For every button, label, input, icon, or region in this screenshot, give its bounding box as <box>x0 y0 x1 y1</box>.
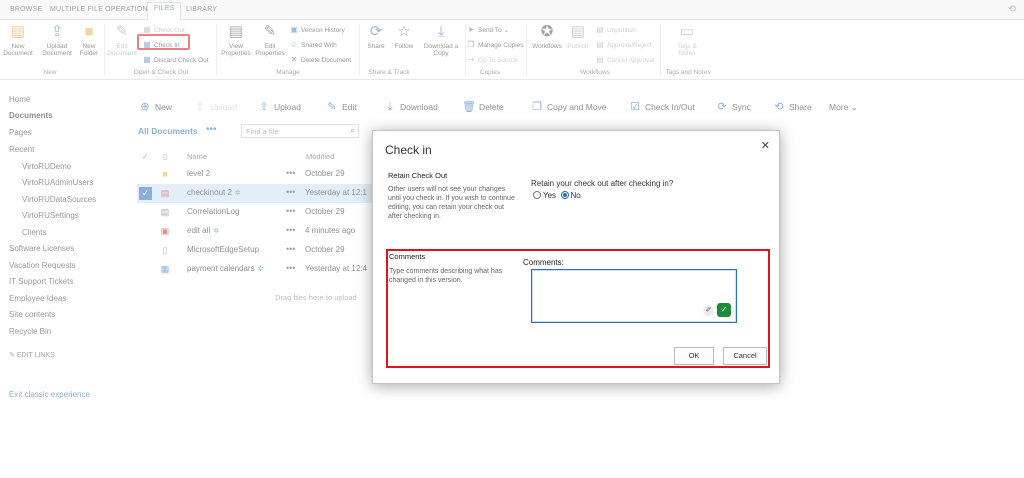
retain-yes-option[interactable]: Yes <box>533 191 556 200</box>
dialog-title: Check in <box>385 143 432 157</box>
grammar-assistant-icon[interactable]: ✓ <box>717 303 731 317</box>
retain-no-option[interactable]: No <box>560 191 581 200</box>
retain-checkout-title: Retain Check Out <box>388 171 448 180</box>
close-icon[interactable]: ✕ <box>761 139 770 152</box>
comments-description: Type comments describing what has change… <box>389 268 503 284</box>
check-in-dialog: Check in ✕ Retain Check Out Other users … <box>372 130 780 384</box>
radio-no[interactable] <box>560 191 569 199</box>
radio-yes[interactable] <box>533 191 541 199</box>
radio-no-label: No <box>570 191 581 200</box>
attach-icon[interactable]: ✐ <box>703 305 714 316</box>
ok-button[interactable]: OK <box>674 347 714 365</box>
radio-yes-label: Yes <box>543 191 557 200</box>
comments-label: Comments: <box>523 258 564 267</box>
retain-checkout-question: Retain your check out after checking in? <box>531 179 674 188</box>
cancel-button[interactable]: Cancel <box>723 347 767 365</box>
retain-radio-group: Yes No <box>533 191 581 200</box>
retain-checkout-description: Other users will not see your changes un… <box>388 186 515 220</box>
comments-title: Comments <box>389 252 426 261</box>
